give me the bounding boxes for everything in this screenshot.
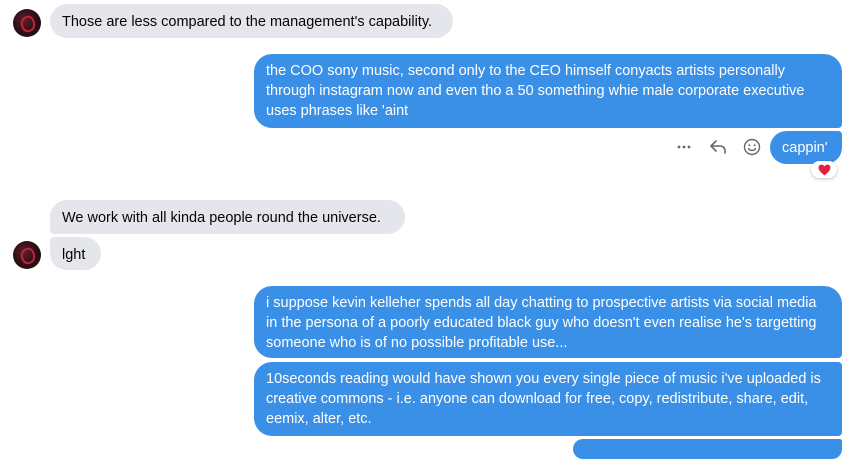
outgoing-message[interactable]: cappin'	[770, 131, 842, 164]
contact-avatar[interactable]	[13, 9, 41, 37]
outgoing-message[interactable]: i suppose kevin kelleher spends all day …	[254, 286, 842, 358]
message-text: 10seconds reading would have shown you e…	[266, 371, 825, 427]
message-actions	[674, 137, 762, 157]
message-text: lght	[62, 247, 86, 263]
message-text: We work with all kinda people round the …	[62, 210, 381, 226]
incoming-message[interactable]: lght	[50, 237, 101, 270]
contact-avatar[interactable]	[13, 241, 41, 269]
reply-icon[interactable]	[708, 137, 728, 157]
message-text: cappin'	[782, 140, 828, 156]
emoji-react-icon[interactable]	[742, 137, 762, 157]
message-text: the COO sony music, second only to the C…	[266, 63, 809, 119]
incoming-message[interactable]: We work with all kinda people round the …	[50, 200, 405, 234]
heart-reaction-badge[interactable]	[811, 161, 837, 178]
message-text: Those are less compared to the managemen…	[62, 14, 433, 30]
outgoing-message[interactable]: the COO sony music, second only to the C…	[254, 54, 842, 128]
heart-reaction-icon	[818, 164, 830, 175]
outgoing-message-partial[interactable]	[573, 439, 842, 459]
incoming-message[interactable]: Those are less compared to the managemen…	[50, 4, 453, 38]
outgoing-message[interactable]: 10seconds reading would have shown you e…	[254, 362, 842, 436]
message-text: i suppose kevin kelleher spends all day …	[266, 295, 821, 351]
more-options-icon[interactable]	[674, 137, 694, 157]
